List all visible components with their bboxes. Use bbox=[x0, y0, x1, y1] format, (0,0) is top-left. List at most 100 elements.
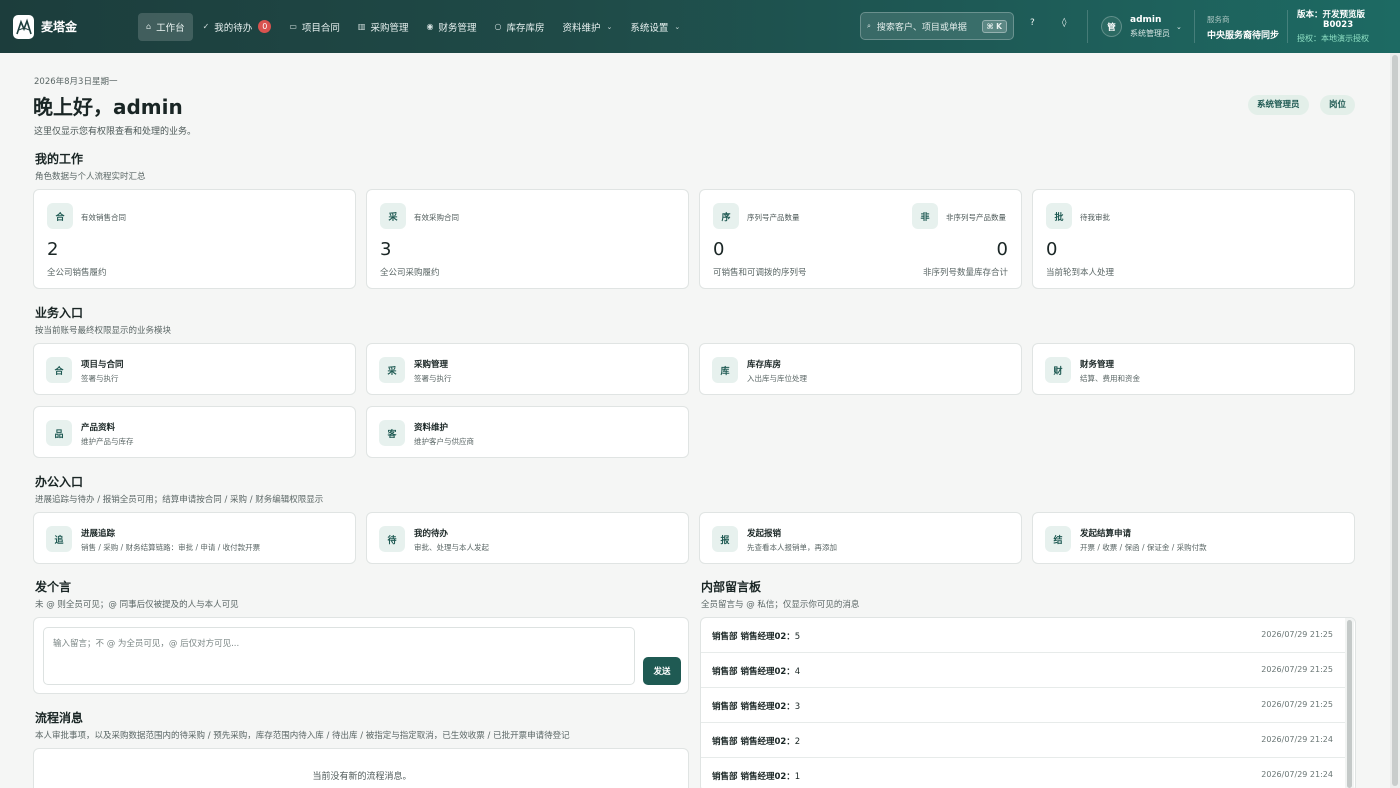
list-item[interactable]: 销售部 销售经理02：4 2026/07/29 21:25 bbox=[701, 653, 1345, 688]
divider bbox=[1087, 10, 1088, 43]
brand[interactable]: 麦塔金 bbox=[13, 14, 138, 39]
entry-purchase[interactable]: 采 采购管理 签署与执行 bbox=[366, 343, 689, 395]
finance-icon: 财 bbox=[1045, 357, 1071, 383]
section-title-flow: 流程消息 bbox=[35, 711, 84, 725]
stat-value: 0 bbox=[996, 239, 1008, 260]
stat-card-sales-contracts[interactable]: 合 有效销售合同 2 全公司销售履约 bbox=[33, 189, 356, 289]
home-icon: ⌂ bbox=[146, 22, 152, 31]
message-time: 2026/07/29 21:25 bbox=[1261, 665, 1333, 674]
contract-icon: 合 bbox=[46, 357, 72, 383]
stat-card-products[interactable]: 序 序列号产品数量 0 可销售和可调拨的序列号 非 非序列号产品数量 0 非序列… bbox=[699, 189, 1022, 289]
entry-desc: 先查看本人报销单，再添加 bbox=[747, 543, 837, 552]
check-icon: ✓ bbox=[202, 22, 210, 31]
page-title: 晚上好，admin bbox=[33, 95, 183, 119]
entry-finance[interactable]: 财 财务管理 结算、费用和资金 bbox=[1032, 343, 1355, 395]
purchase-contract-icon: 采 bbox=[380, 203, 406, 229]
approval-icon: 批 bbox=[1046, 203, 1072, 229]
message-input[interactable] bbox=[43, 627, 635, 685]
stat-card-purchase-contracts[interactable]: 采 有效采购合同 3 全公司采购履约 bbox=[366, 189, 689, 289]
notification-icon[interactable]: ◊ bbox=[1062, 18, 1066, 28]
message-board: 销售部 销售经理02：5 2026/07/29 21:25 销售部 销售经理02… bbox=[700, 617, 1356, 788]
message-author: 销售部 销售经理02：5 bbox=[712, 632, 801, 642]
role-pill[interactable]: 系统管理员 bbox=[1248, 95, 1309, 115]
stat-card-approvals[interactable]: 批 待我审批 0 当前轮到本人处理 bbox=[1032, 189, 1355, 289]
todo-icon: 待 bbox=[379, 526, 405, 552]
nav-label: 资料维护 bbox=[562, 22, 601, 34]
flow-panel: 当前没有新的流程消息。 bbox=[33, 748, 689, 788]
entry-desc: 签署与执行 bbox=[414, 374, 452, 383]
purchase-icon: ▥ bbox=[357, 22, 366, 31]
page-subtitle: 这里仅显示您有权限查看和处理的业务。 bbox=[34, 127, 197, 137]
board-scrollbar[interactable] bbox=[1345, 618, 1354, 788]
nav-todo[interactable]: ✓ 我的待办 0 bbox=[195, 13, 280, 41]
nav-label: 系统设置 bbox=[630, 22, 669, 34]
nav-finance[interactable]: ◉ 财务管理 bbox=[418, 13, 484, 41]
avatar[interactable]: 管 bbox=[1101, 16, 1122, 37]
entry-masterdata[interactable]: 客 资料维护 维护客户与供应商 bbox=[366, 406, 689, 458]
page-scrollbar[interactable] bbox=[1390, 53, 1400, 788]
stat-value: 3 bbox=[380, 239, 392, 260]
scrollbar-thumb[interactable] bbox=[1392, 55, 1398, 786]
entry-desc: 签署与执行 bbox=[81, 374, 119, 383]
entry-inventory[interactable]: 库 库存库房 入出库与库位处理 bbox=[699, 343, 1022, 395]
message-author: 销售部 销售经理02：3 bbox=[712, 702, 801, 712]
help-icon[interactable]: ? bbox=[1030, 18, 1035, 28]
nav-masterdata[interactable]: 资料维护 ⌄ bbox=[554, 13, 620, 41]
divider bbox=[1287, 10, 1288, 43]
app-name: 麦塔金 bbox=[41, 20, 78, 34]
stat-desc: 可销售和可调拨的序列号 bbox=[713, 268, 807, 278]
search-icon: ⌕ bbox=[867, 21, 871, 30]
section-subtitle: 按当前账号最终权限显示的业务模块 bbox=[35, 326, 172, 336]
scrollbar-thumb[interactable] bbox=[1347, 620, 1352, 788]
stat-value: 0 bbox=[713, 239, 725, 260]
stat-desc: 当前轮到本人处理 bbox=[1046, 268, 1115, 278]
settlement-icon: 结 bbox=[1045, 526, 1071, 552]
entry-desc: 维护产品与库存 bbox=[81, 437, 134, 446]
chevron-down-icon[interactable]: ⌄ bbox=[1176, 23, 1182, 31]
entry-settlement[interactable]: 结 发起结算申请 开票 / 收票 / 保函 / 保证金 / 采购付款 bbox=[1032, 512, 1355, 564]
section-title-my-work: 我的工作 bbox=[35, 152, 84, 166]
reimburse-icon: 报 bbox=[712, 526, 738, 552]
user-name[interactable]: admin bbox=[1130, 15, 1161, 25]
entry-title: 采购管理 bbox=[414, 360, 449, 370]
inventory-icon: 库 bbox=[712, 357, 738, 383]
message-time: 2026/07/29 21:25 bbox=[1261, 700, 1333, 709]
list-item[interactable]: 销售部 销售经理02：5 2026/07/29 21:25 bbox=[701, 618, 1345, 653]
message-time: 2026/07/29 21:24 bbox=[1261, 770, 1333, 779]
entry-reimburse[interactable]: 报 发起报销 先查看本人报销单，再添加 bbox=[699, 512, 1022, 564]
list-item[interactable]: 销售部 销售经理02：3 2026/07/29 21:25 bbox=[701, 688, 1345, 723]
nav-workbench[interactable]: ⌂ 工作台 bbox=[138, 12, 193, 41]
version-label: 版本：开发预览版 bbox=[1297, 10, 1366, 20]
service-value: 中央服务裔待同步 bbox=[1207, 31, 1280, 41]
non-serial-product-icon: 非 bbox=[912, 203, 938, 229]
section-subtitle: 角色数据与个人流程实时汇总 bbox=[35, 172, 146, 182]
nav-purchase[interactable]: ▥ 采购管理 bbox=[350, 13, 417, 41]
entry-desc: 审批、处理与本人发起 bbox=[414, 543, 489, 552]
nav-settings[interactable]: 系统设置 ⌄ bbox=[622, 13, 688, 41]
nav-inventory[interactable]: ○ 库存库房 bbox=[486, 13, 552, 41]
entry-title: 进展追踪 bbox=[81, 529, 116, 539]
entry-progress[interactable]: 追 进展追踪 销售 / 采购 / 财务结算链路：审批 / 申请 / 收付款开票 bbox=[33, 512, 356, 564]
customer-icon: 客 bbox=[379, 420, 405, 446]
stat-value: 0 bbox=[1046, 239, 1058, 260]
todo-count-badge: 0 bbox=[258, 20, 272, 33]
position-pill[interactable]: 岗位 bbox=[1320, 95, 1356, 115]
message-author: 销售部 销售经理02：4 bbox=[712, 667, 801, 677]
section-title-business: 业务入口 bbox=[35, 306, 84, 320]
list-item[interactable]: 销售部 销售经理02：2 2026/07/29 21:24 bbox=[701, 723, 1345, 758]
message-time: 2026/07/29 21:25 bbox=[1261, 630, 1333, 639]
list-item[interactable]: 销售部 销售经理02：1 2026/07/29 21:24 bbox=[701, 758, 1345, 788]
current-date: 2026年8月3日星期一 bbox=[34, 77, 118, 87]
entry-title: 项目与合同 bbox=[81, 360, 124, 370]
send-button[interactable]: 发送 bbox=[643, 657, 681, 685]
nav-projects[interactable]: ▭ 项目合同 bbox=[281, 13, 348, 41]
track-icon: 追 bbox=[46, 526, 72, 552]
global-search[interactable]: ⌕ 搜索客户、项目或单据 ⌘ K bbox=[860, 12, 1014, 40]
entry-todo[interactable]: 待 我的待办 审批、处理与本人发起 bbox=[366, 512, 689, 564]
entry-projects[interactable]: 合 项目与合同 签署与执行 bbox=[33, 343, 356, 395]
stat-label: 序列号产品数量 bbox=[747, 213, 800, 222]
stat-label: 待我审批 bbox=[1080, 213, 1110, 222]
post-panel: 发送 bbox=[33, 617, 689, 694]
main-content: 2026年8月3日星期一 晚上好，admin 这里仅显示您有权限查看和处理的业务… bbox=[0, 53, 1390, 788]
entry-products[interactable]: 品 产品资料 维护产品与库存 bbox=[33, 406, 356, 458]
